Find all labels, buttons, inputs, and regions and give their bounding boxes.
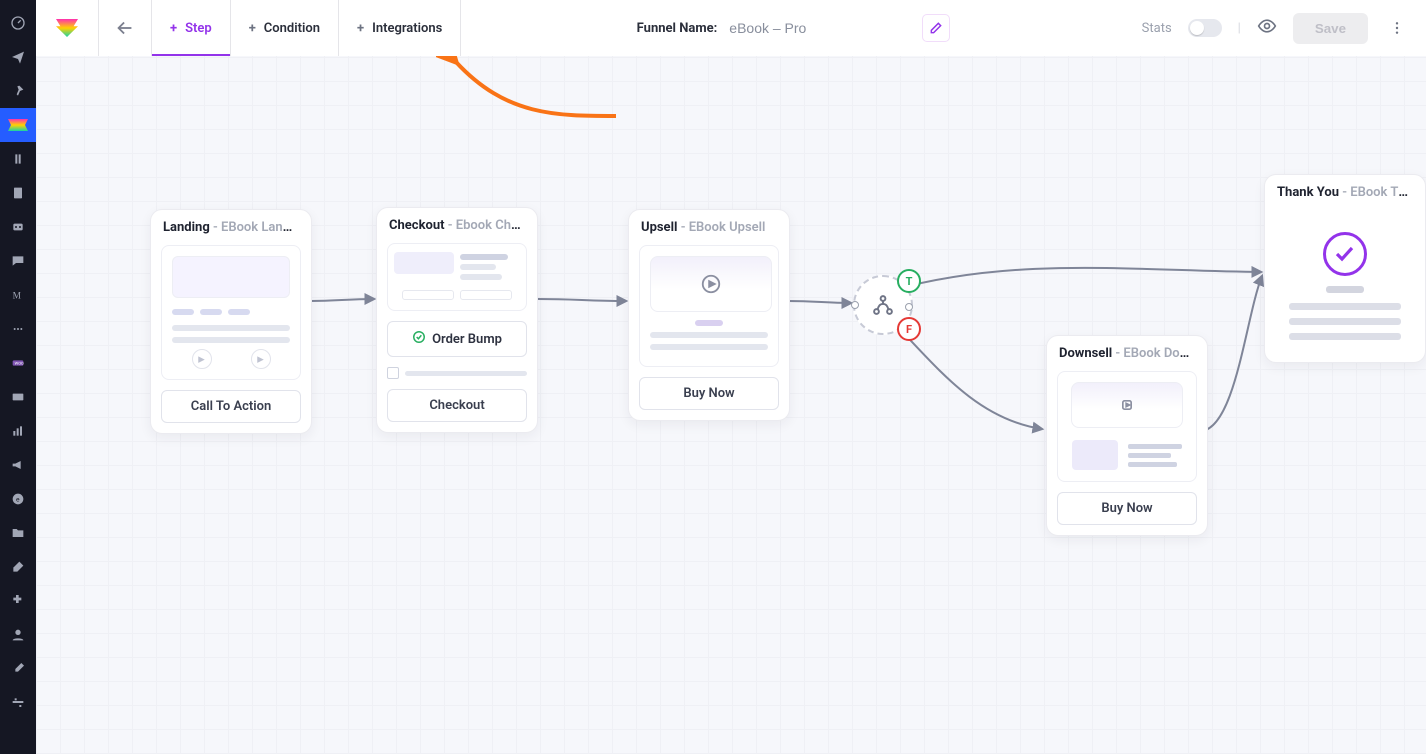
node-preview xyxy=(387,243,527,311)
node-downsell[interactable]: Downsell - EBook Downsell Buy Now xyxy=(1046,335,1208,536)
svg-text:WOO: WOO xyxy=(15,360,24,365)
node-cta[interactable]: Checkout xyxy=(387,389,527,422)
node-title: Upsell xyxy=(641,220,677,235)
tab-label: Step xyxy=(185,21,212,36)
tab-label: Integrations xyxy=(372,21,442,36)
rail-icon-megaphone[interactable] xyxy=(0,448,36,482)
false-badge: F xyxy=(897,317,921,341)
node-preview xyxy=(1275,210,1415,358)
wp-admin-rail: M WOO e xyxy=(0,0,36,754)
plus-icon: + xyxy=(357,21,364,36)
rail-icon-plugins[interactable] xyxy=(0,584,36,618)
agree-row xyxy=(387,367,527,379)
stats-toggle[interactable] xyxy=(1188,19,1222,37)
node-cta[interactable]: Buy Now xyxy=(639,377,779,410)
node-title: Downsell xyxy=(1059,346,1112,361)
decision-node[interactable]: T F xyxy=(853,275,913,335)
node-preview xyxy=(639,245,779,367)
check-circle-icon xyxy=(412,330,426,348)
tab-integrations[interactable]: + Integrations xyxy=(339,0,461,56)
rail-icon-users[interactable] xyxy=(0,618,36,652)
node-subtitle: - EBook Downsell xyxy=(1112,346,1207,361)
funnel-name-block: Funnel Name: xyxy=(461,0,1125,56)
funnel-canvas[interactable]: Landing - EBook Landing ▸▸ Call To Actio… xyxy=(36,56,1426,754)
node-subtitle: - Ebook Checkout xyxy=(445,218,537,233)
node-preview xyxy=(1057,371,1197,482)
order-bump-button[interactable]: Order Bump xyxy=(387,321,527,357)
node-subtitle: - EBook Thank Y… xyxy=(1339,185,1425,200)
toolbar: + Step + Condition + Integrations Funnel… xyxy=(36,0,1426,57)
edit-name-button[interactable] xyxy=(922,14,950,42)
stats-label: Stats xyxy=(1142,21,1172,36)
rail-icon-robot[interactable] xyxy=(0,210,36,244)
rail-icon-folder[interactable] xyxy=(0,516,36,550)
tab-condition[interactable]: + Condition xyxy=(231,0,339,56)
annotation-arrow xyxy=(436,56,666,134)
rail-icon-media[interactable] xyxy=(0,142,36,176)
rail-icon-tools[interactable] xyxy=(0,652,36,686)
more-menu-button[interactable] xyxy=(1384,15,1410,41)
node-title: Landing xyxy=(163,220,210,235)
node-checkout[interactable]: Checkout - Ebook Checkout xyxy=(376,207,538,433)
rail-icon-dots[interactable] xyxy=(0,312,36,346)
plus-icon: + xyxy=(249,21,256,36)
rail-icon-dashboard[interactable] xyxy=(0,6,36,40)
video-thumb xyxy=(650,256,772,312)
success-check-icon xyxy=(1323,232,1367,276)
node-upsell[interactable]: Upsell - EBook Upsell Buy Now xyxy=(628,209,790,421)
rail-icon-settings[interactable] xyxy=(0,686,36,720)
rail-icon-e[interactable]: e xyxy=(0,482,36,516)
video-thumb xyxy=(1071,382,1183,428)
rail-icon-pin[interactable] xyxy=(0,74,36,108)
preview-button[interactable] xyxy=(1257,16,1277,40)
rail-icon-funnel-active[interactable] xyxy=(0,108,36,142)
node-title: Thank You xyxy=(1277,185,1339,200)
rail-icon-comments[interactable] xyxy=(0,244,36,278)
node-title: Checkout xyxy=(389,218,445,233)
true-badge: T xyxy=(897,269,921,293)
rail-icon-card[interactable] xyxy=(0,380,36,414)
save-button[interactable]: Save xyxy=(1293,13,1368,44)
branch-icon xyxy=(870,292,896,318)
node-subtitle: - EBook Landing xyxy=(210,220,308,235)
rail-icon-plane[interactable] xyxy=(0,40,36,74)
rail-icon-brush[interactable] xyxy=(0,550,36,584)
app-logo[interactable] xyxy=(36,0,99,56)
rail-icon-woo[interactable]: WOO xyxy=(0,346,36,380)
node-subtitle: - EBook Upsell xyxy=(677,220,765,235)
node-cta[interactable]: Call To Action xyxy=(161,390,301,423)
node-cta[interactable]: Buy Now xyxy=(1057,492,1197,525)
funnel-name-label: Funnel Name: xyxy=(637,21,718,36)
node-thankyou[interactable]: Thank You - EBook Thank Y… xyxy=(1264,174,1426,363)
svg-text:M: M xyxy=(13,291,22,301)
rail-icon-m[interactable]: M xyxy=(0,278,36,312)
plus-icon: + xyxy=(170,21,177,36)
node-landing[interactable]: Landing - EBook Landing ▸▸ Call To Actio… xyxy=(150,209,312,434)
rail-icon-analytics[interactable] xyxy=(0,414,36,448)
node-preview: ▸▸ xyxy=(161,245,301,380)
main-area: + Step + Condition + Integrations Funnel… xyxy=(36,0,1426,754)
tab-label: Condition xyxy=(264,21,320,36)
tab-step[interactable]: + Step xyxy=(152,0,231,56)
svg-text:e: e xyxy=(16,496,20,504)
funnel-name-input[interactable] xyxy=(727,19,912,37)
back-button[interactable] xyxy=(99,0,152,56)
rail-icon-pages[interactable] xyxy=(0,176,36,210)
